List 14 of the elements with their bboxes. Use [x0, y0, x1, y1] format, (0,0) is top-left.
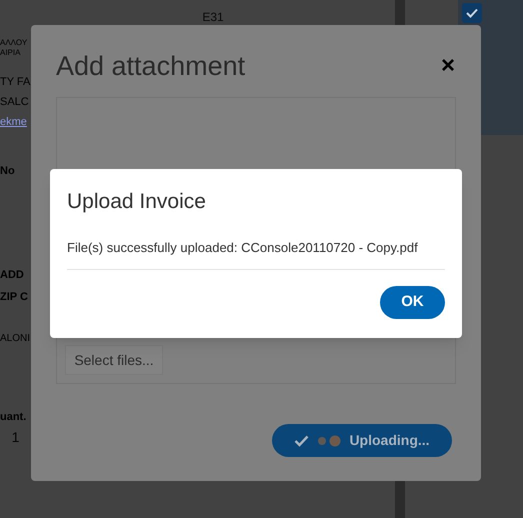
- page-text: uant.: [0, 410, 28, 425]
- page-text: TY FA: [0, 75, 31, 90]
- dialog-title: Upload Invoice: [67, 189, 207, 215]
- page-text: No: [0, 164, 16, 179]
- page-text: SALC: [0, 95, 30, 110]
- page-text: ADD: [0, 268, 25, 283]
- page-text: ΑΛΛΟΥ: [0, 38, 28, 48]
- page-text: 1: [10, 428, 20, 446]
- page-text: ALONI: [0, 332, 31, 346]
- page-text: ZIP C: [0, 290, 29, 305]
- message: File(s) successfully uploaded: CConsole20110720 - Copy.pdf: [67, 238, 419, 257]
- dialog-title: Add attachment: [56, 50, 246, 83]
- page-text: ΑΙΡΙΑ: [0, 48, 22, 58]
- column-header: E31: [202, 9, 224, 24]
